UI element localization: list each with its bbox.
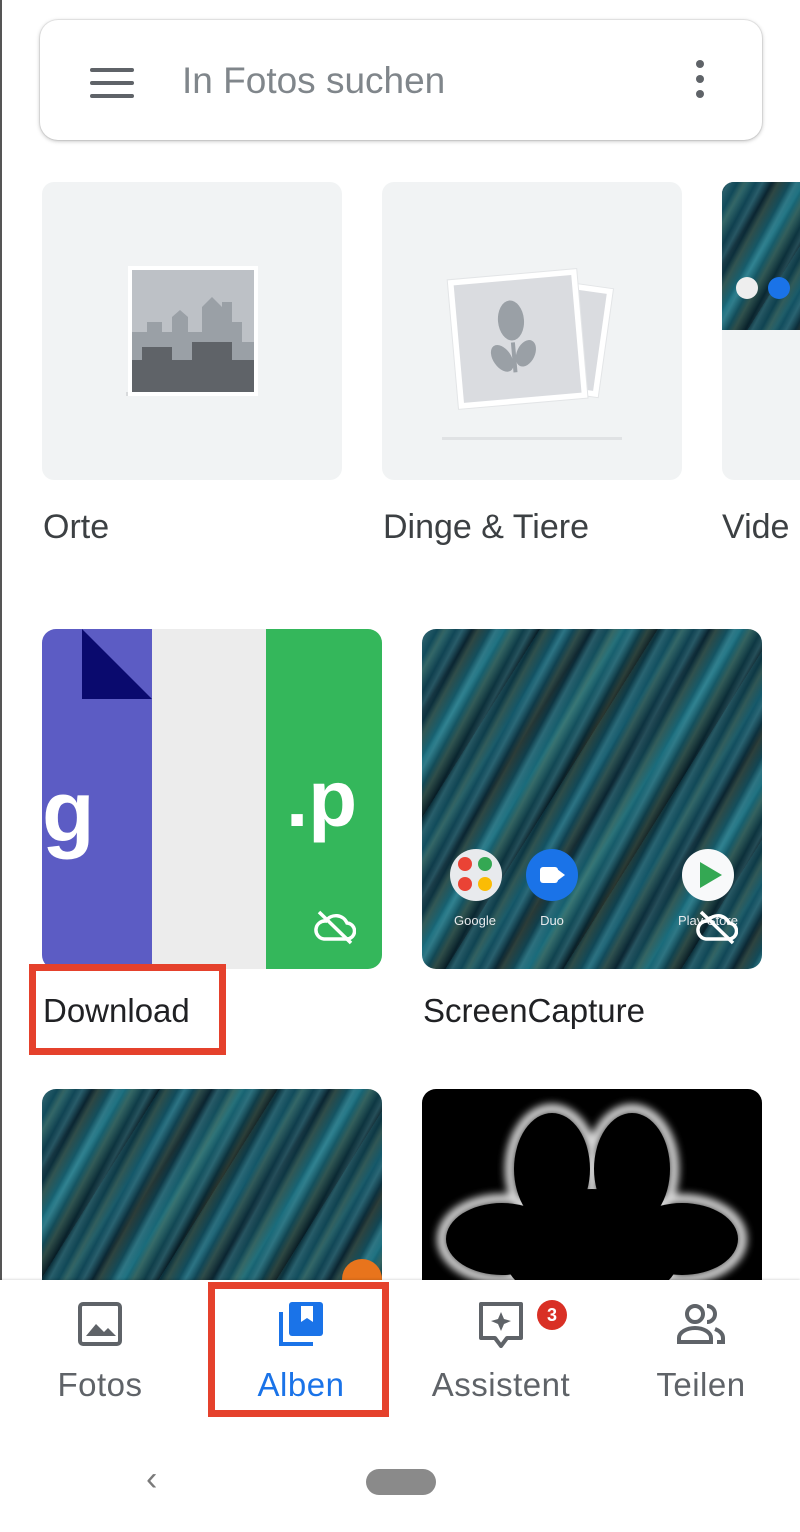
album-tile[interactable] bbox=[422, 1089, 762, 1309]
search-bar[interactable]: In Fotos suchen bbox=[40, 20, 762, 140]
google-folder-icon bbox=[450, 849, 502, 901]
assistant-icon bbox=[479, 1302, 523, 1348]
app-folder-icon bbox=[736, 277, 758, 299]
category-label: Dinge & Tiere bbox=[383, 508, 589, 546]
nav-label-fotos: Fotos bbox=[57, 1366, 143, 1403]
cloud-off-icon bbox=[696, 910, 738, 945]
category-things-tile[interactable] bbox=[382, 182, 682, 480]
back-icon[interactable]: ‹ bbox=[146, 1460, 157, 1499]
city-places-icon bbox=[126, 266, 258, 396]
category-videos-tile[interactable] bbox=[722, 182, 800, 480]
bottom-navigation: Fotos Alben 3 Assistent Teilen bbox=[0, 1280, 800, 1420]
duo-icon bbox=[526, 849, 578, 901]
category-label: Vide bbox=[722, 508, 790, 546]
nav-label-assistent: Assistent bbox=[431, 1366, 571, 1403]
nav-item-assistent[interactable]: 3 Assistent bbox=[401, 1280, 601, 1420]
download-thumb-text-right: .p bbox=[286, 754, 358, 843]
app-label-duo: Duo bbox=[540, 913, 564, 928]
album-tile[interactable] bbox=[42, 1089, 382, 1309]
home-pill[interactable] bbox=[366, 1469, 436, 1495]
flower-photos-icon bbox=[442, 268, 622, 440]
menu-icon[interactable] bbox=[90, 68, 134, 98]
search-input[interactable]: In Fotos suchen bbox=[182, 60, 445, 102]
duo-icon bbox=[768, 277, 790, 299]
file-corner-icon bbox=[82, 629, 152, 709]
play-store-icon bbox=[682, 849, 734, 901]
album-download-tile[interactable]: g .p bbox=[42, 629, 382, 969]
nav-item-fotos[interactable]: Fotos bbox=[0, 1280, 200, 1420]
download-thumb-text-left: g bbox=[42, 764, 95, 860]
highlight-box-download bbox=[29, 964, 226, 1055]
nav-item-teilen[interactable]: Teilen bbox=[601, 1280, 800, 1420]
app-label-google: Google bbox=[454, 913, 496, 928]
notification-badge: 3 bbox=[537, 1300, 567, 1330]
category-places-tile[interactable] bbox=[42, 182, 342, 480]
people-icon bbox=[677, 1304, 725, 1344]
category-label: Orte bbox=[43, 508, 110, 546]
flower-shape-icon bbox=[437, 1104, 747, 1309]
highlight-box-alben bbox=[208, 1282, 389, 1417]
more-vert-icon[interactable] bbox=[692, 60, 708, 104]
album-label-screencapture: ScreenCapture bbox=[423, 992, 645, 1029]
photo-icon bbox=[78, 1302, 122, 1346]
album-screencapture-tile[interactable]: Google Duo Play Store bbox=[422, 629, 762, 969]
nav-label-teilen: Teilen bbox=[656, 1366, 746, 1403]
cloud-off-icon bbox=[314, 910, 356, 945]
